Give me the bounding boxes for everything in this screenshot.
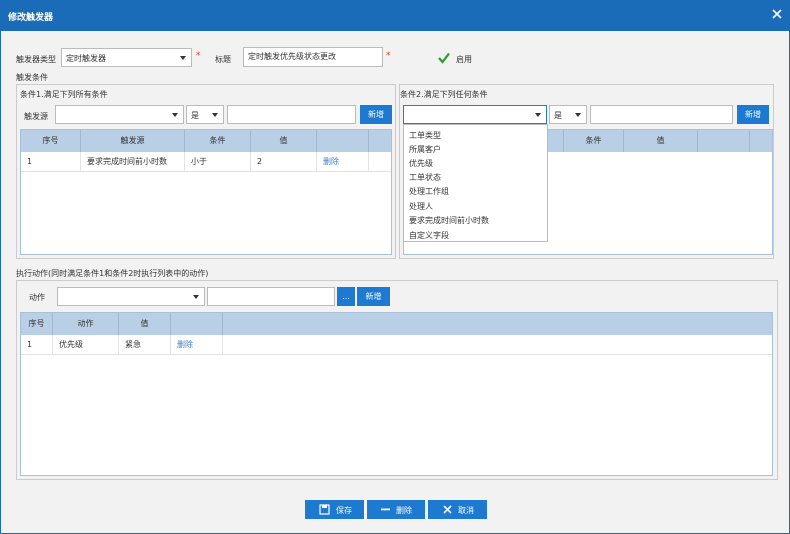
cell-no: 1 (21, 152, 81, 172)
close-icon[interactable] (770, 7, 784, 21)
ellipsis-button[interactable]: ... (337, 287, 355, 306)
checkmark-icon[interactable] (438, 52, 450, 64)
required-mark: * (196, 51, 201, 61)
cond2-source-dropdown: 工单类型 所属客户 优先级 工单状态 处理工作组 处理人 要求完成时间前小时数 … (403, 124, 548, 242)
col-header (698, 130, 750, 152)
col-header (317, 130, 369, 152)
dropdown-option[interactable]: 所属客户 (409, 144, 441, 155)
col-header: 序号 (21, 130, 81, 152)
col-header (171, 313, 223, 335)
col-header: 动作 (53, 313, 119, 335)
col-header: 值 (624, 130, 698, 152)
condition2-label: 条件2.满足下列任何条件 (400, 90, 488, 99)
chevron-down-icon (193, 295, 199, 299)
title-input[interactable]: 定时触发优先级状态更改 (243, 47, 383, 67)
actions-grid: 序号 动作 值 1 优先级 紧急 删除 (20, 312, 773, 476)
cond1-value-input[interactable] (227, 105, 356, 124)
cond1-grid: 序号 触发源 条件 值 1 要求完成时间前小时数 小于 2 删除 (20, 129, 392, 255)
dropdown-option[interactable]: 自定义字段 (409, 230, 449, 241)
trigger-type-value: 定时触发器 (66, 54, 106, 63)
chevron-down-icon (575, 113, 581, 117)
delete-link[interactable]: 删除 (171, 335, 223, 355)
delete-link[interactable]: 删除 (317, 152, 369, 172)
action-select[interactable] (57, 287, 205, 306)
cond2-value-input[interactable] (590, 105, 733, 124)
cond1-source-select[interactable] (55, 105, 184, 124)
delete-button[interactable]: 删除 (367, 500, 425, 519)
trigger-type-select[interactable]: 定时触发器 (61, 48, 192, 67)
enabled-label: 启用 (456, 55, 472, 64)
table-row: 1 优先级 紧急 删除 (21, 335, 772, 355)
save-button[interactable]: 保存 (305, 500, 364, 519)
col-header: 序号 (21, 313, 53, 335)
cond2-source-select[interactable] (403, 105, 547, 124)
cell-value: 紧急 (119, 335, 171, 355)
col-header: 值 (251, 130, 317, 152)
cond1-op-select[interactable]: 是 (186, 105, 224, 124)
dropdown-option[interactable]: 工单状态 (409, 172, 441, 183)
col-header: 条件 (564, 130, 624, 152)
close-icon (443, 505, 452, 514)
chevron-down-icon (180, 56, 186, 60)
grid-header: 序号 触发源 条件 值 (21, 130, 391, 152)
cell-no: 1 (21, 335, 53, 355)
save-icon (319, 504, 330, 515)
source-label: 触发源 (24, 112, 48, 121)
cond1-op-value: 是 (191, 111, 199, 120)
dropdown-option[interactable]: 处理人 (409, 201, 433, 212)
cell-value: 2 (251, 152, 317, 172)
col-header (750, 130, 774, 152)
col-header: 值 (119, 313, 171, 335)
conditions-section-label: 触发条件 (16, 73, 48, 82)
cond2-op-value: 是 (554, 111, 562, 120)
dropdown-option[interactable]: 处理工作组 (409, 186, 449, 197)
action-add-button[interactable]: 新增 (357, 287, 390, 306)
cond2-op-select[interactable]: 是 (549, 105, 587, 124)
cell-source: 要求完成时间前小时数 (81, 152, 185, 172)
table-row: 1 要求完成时间前小时数 小于 2 删除 (21, 152, 391, 172)
action-label: 动作 (29, 293, 45, 302)
action-value-input[interactable] (207, 287, 335, 306)
window-title: 修改触发器 (8, 13, 54, 23)
minus-icon (381, 508, 390, 511)
chevron-down-icon (535, 113, 541, 117)
cond2-add-button[interactable]: 新增 (737, 105, 769, 124)
grid-header: 序号 动作 值 (21, 313, 772, 335)
condition1-label: 条件1.满足下列所有条件 (20, 90, 108, 99)
title-bar: 修改触发器 (0, 0, 790, 31)
col-header (369, 130, 393, 152)
col-header: 触发源 (81, 130, 185, 152)
actions-section-label: 执行动作(同时满足条件1和条件2时执行列表中的动作) (16, 269, 209, 278)
cell-action: 优先级 (53, 335, 119, 355)
col-header: 条件 (185, 130, 251, 152)
chevron-down-icon (212, 113, 218, 117)
dropdown-option[interactable]: 要求完成时间前小时数 (409, 215, 489, 226)
trigger-type-label: 触发器类型 (16, 55, 56, 64)
required-mark: * (386, 51, 391, 61)
dropdown-option[interactable]: 优先级 (409, 158, 433, 169)
chevron-down-icon (172, 113, 178, 117)
dropdown-option[interactable]: 工单类型 (409, 130, 441, 141)
cond1-add-button[interactable]: 新增 (360, 105, 392, 124)
title-label: 标题 (215, 55, 231, 64)
cancel-button[interactable]: 取消 (428, 500, 487, 519)
cell-cond: 小于 (185, 152, 251, 172)
